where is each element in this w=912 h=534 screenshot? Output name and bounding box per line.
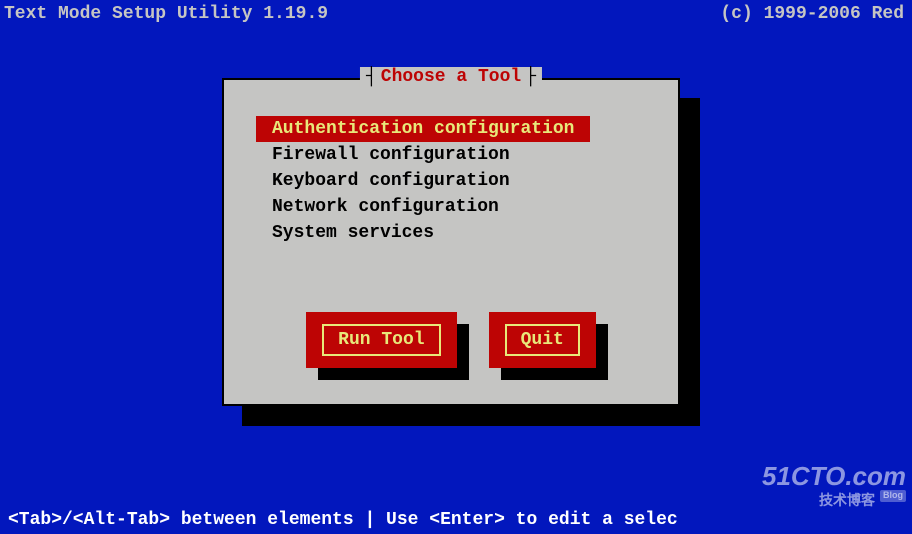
quit-button-wrap: Quit <box>489 312 596 368</box>
title-decor-left: ┤ <box>366 67 377 87</box>
app-title: Text Mode Setup Utility 1.19.9 <box>4 4 328 24</box>
watermark-main: 51CTO.com <box>762 462 906 491</box>
dialog-buttons: Run Tool Quit <box>224 312 678 368</box>
quit-label: Quit <box>505 324 580 356</box>
header-bar: Text Mode Setup Utility 1.19.9 (c) 1999-… <box>0 0 912 24</box>
choose-tool-dialog: ┤ Choose a Tool ├ Authentication configu… <box>222 78 680 406</box>
watermark: 51CTO.com 技术博客 Blog <box>762 462 906 510</box>
watermark-sub: 技术博客 <box>819 492 875 508</box>
run-tool-button-wrap: Run Tool <box>306 312 456 368</box>
title-decor-right: ├ <box>525 67 536 87</box>
footer-hint: <Tab>/<Alt-Tab> between elements | Use <… <box>0 510 912 530</box>
dialog-title: Choose a Tool <box>377 67 525 87</box>
menu-item-firewall[interactable]: Firewall configuration <box>256 142 526 168</box>
menu-item-keyboard[interactable]: Keyboard configuration <box>256 168 526 194</box>
tool-menu-list: Authentication configuration Firewall co… <box>256 116 646 246</box>
menu-item-network[interactable]: Network configuration <box>256 194 515 220</box>
menu-item-system-services[interactable]: System services <box>256 220 450 246</box>
run-tool-button[interactable]: Run Tool <box>306 312 456 368</box>
menu-item-authentication[interactable]: Authentication configuration <box>256 116 590 142</box>
run-tool-label: Run Tool <box>322 324 440 356</box>
copyright-text: (c) 1999-2006 Red <box>720 4 904 24</box>
watermark-badge: Blog <box>880 490 906 502</box>
dialog-title-container: ┤ Choose a Tool ├ <box>360 67 542 87</box>
quit-button[interactable]: Quit <box>489 312 596 368</box>
